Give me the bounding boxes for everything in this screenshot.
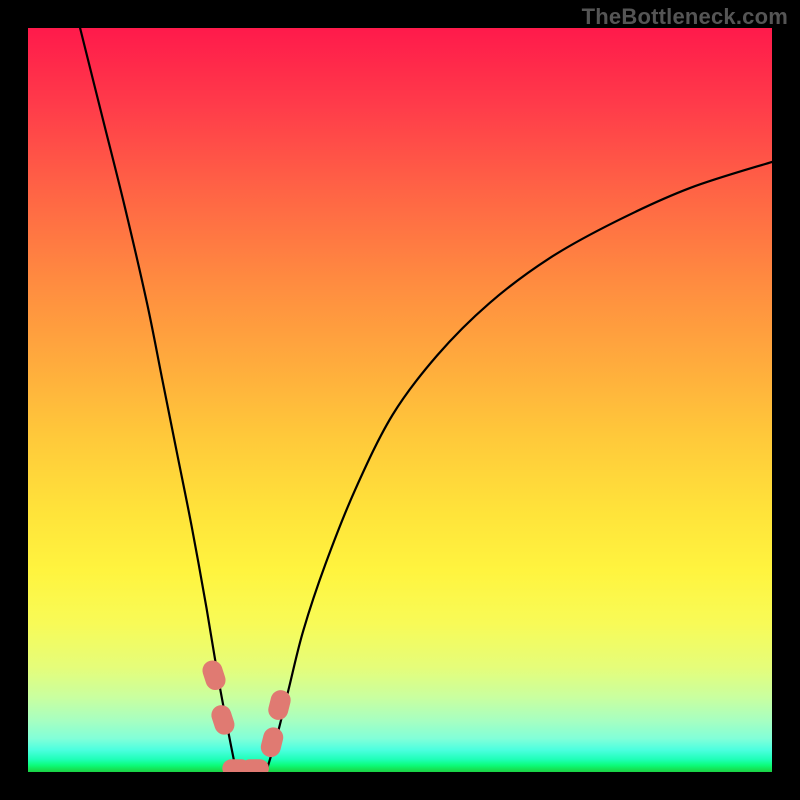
outer-frame: TheBottleneck.com [0,0,800,800]
marker-right-lower [259,725,286,759]
marker-right-upper [266,688,293,722]
marker-left-lower [209,703,237,738]
plot-area [28,28,772,772]
marker-left-upper [200,658,228,693]
attribution-text: TheBottleneck.com [582,4,788,30]
curve-right [266,162,772,772]
marker-points [200,658,293,772]
curve-lines [80,28,772,772]
chart-svg [28,28,772,772]
curve-left [80,28,236,772]
marker-flat-mid [241,759,269,772]
